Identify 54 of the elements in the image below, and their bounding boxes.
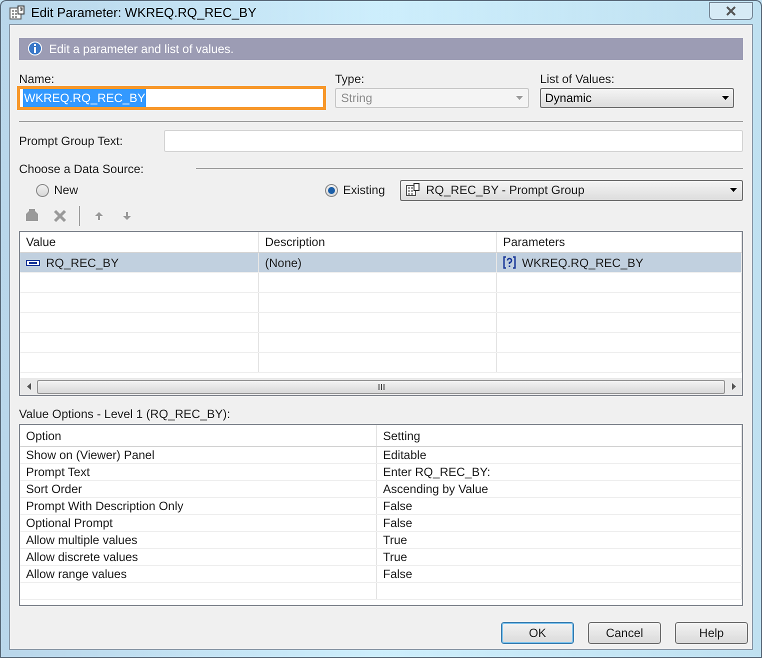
list-of-values-dropdown[interactable]: Dynamic	[540, 88, 734, 108]
column-header[interactable]: Setting	[377, 425, 742, 446]
dialog-button[interactable]: OK	[501, 622, 574, 644]
scrollbar-thumb[interactable]	[37, 380, 725, 394]
radio-option[interactable]: Existing	[325, 181, 386, 199]
field-label: Prompt Group Text:	[19, 133, 124, 150]
section-label: Choose a Data Source:	[19, 160, 145, 178]
field-label: Type:	[335, 71, 366, 85]
dialog-icon	[9, 4, 25, 20]
close-button[interactable]	[709, 2, 753, 20]
scroll-right-icon	[732, 383, 736, 390]
table-cell-text: Allow discrete values	[26, 549, 138, 566]
table-cell-text: Show on (Viewer) Panel	[26, 447, 155, 464]
prompt-group-text-field[interactable]	[164, 130, 743, 152]
banner-text: Edit a parameter and list of values.	[49, 41, 234, 58]
info-icon	[27, 41, 43, 57]
table-cell-text: Sort Order	[26, 481, 82, 498]
field-label: List of Values:	[540, 71, 616, 85]
caret-icon	[516, 96, 523, 100]
table-cell-text: RQ_REC_BY	[46, 254, 119, 272]
parameter-icon	[503, 256, 516, 269]
existing-source-dropdown[interactable]: RQ_REC_BY - Prompt Group	[400, 180, 743, 200]
table-cell-text: Prompt With Description Only	[26, 498, 184, 515]
grip-icon	[378, 384, 384, 390]
window-title: Edit Parameter: WKREQ.RQ_REC_BY	[31, 4, 256, 22]
table-cell-text: False	[383, 515, 412, 532]
table-cell-text: True	[383, 532, 408, 549]
scroll-left-icon	[26, 383, 30, 390]
table-cell-text: Prompt Text	[26, 464, 90, 481]
table-cell-text: Optional Prompt	[26, 515, 113, 532]
section-label: Value Options - Level 1 (RQ_REC_BY):	[19, 406, 232, 420]
table-cell-text: (None)	[265, 254, 302, 272]
caret-icon	[730, 188, 737, 192]
field-value: WKREQ.RQ_REC_BY	[23, 89, 146, 107]
table-cell-text: Allow multiple values	[26, 532, 138, 549]
table-icon	[406, 183, 420, 197]
table-cell-text: Editable	[383, 447, 426, 464]
field-icon	[26, 260, 40, 266]
close-icon	[725, 6, 737, 16]
horizontal-scrollbar[interactable]	[20, 378, 742, 395]
table-cell-text: False	[383, 566, 412, 583]
table-cell-text: Enter RQ_REC_BY:	[383, 464, 490, 481]
dialog-button[interactable]: Help	[675, 622, 748, 644]
table-cell-text: Allow range values	[26, 566, 127, 583]
table-cell-text: True	[383, 549, 408, 566]
table-cell-text: WKREQ.RQ_REC_BY	[522, 254, 644, 272]
field-label: Name:	[19, 71, 56, 85]
column-header[interactable]: Option	[20, 425, 377, 446]
table-cell-text: Ascending by Value	[383, 481, 488, 498]
dialog-button[interactable]: Cancel	[588, 622, 661, 644]
radio-option[interactable]: New	[36, 181, 78, 199]
table-cell-text: False	[383, 498, 412, 515]
dropdown-value: RQ_REC_BY - Prompt Group	[426, 182, 586, 199]
caret-icon	[722, 96, 729, 100]
